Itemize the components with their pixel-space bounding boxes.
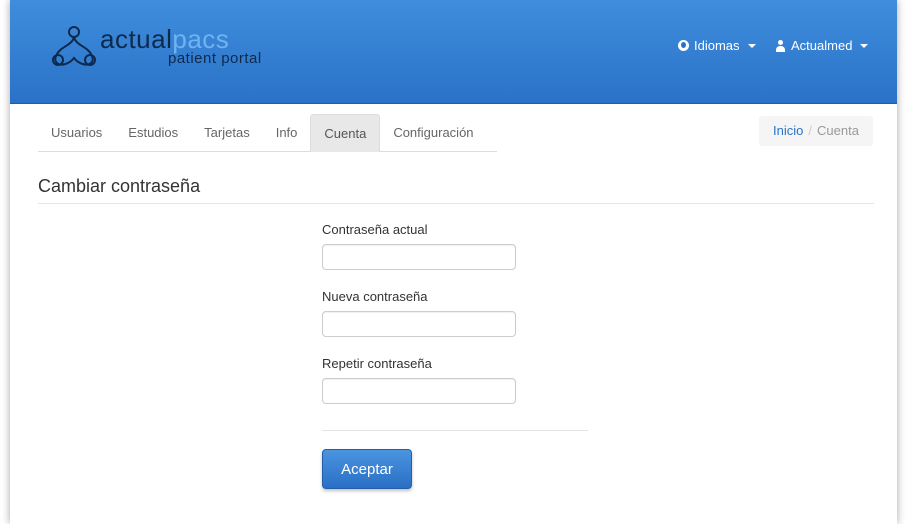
- caret-down-icon: [860, 43, 869, 48]
- logo-mark-icon: [52, 26, 96, 66]
- caret-down-icon: [747, 43, 756, 48]
- current-password-input[interactable]: [322, 244, 516, 270]
- breadcrumb-home-link[interactable]: Inicio: [773, 123, 803, 138]
- tab-cuenta[interactable]: Cuenta: [310, 114, 381, 152]
- new-password-input[interactable]: [322, 311, 516, 337]
- breadcrumb-separator: /: [808, 123, 813, 138]
- repeat-password-input[interactable]: [322, 378, 516, 404]
- user-icon: [775, 39, 786, 52]
- user-label: Actualmed: [791, 38, 853, 53]
- breadcrumb: Inicio / Cuenta: [759, 116, 873, 146]
- tab-usuarios[interactable]: Usuarios: [38, 114, 115, 151]
- title-divider: [38, 203, 874, 204]
- top-navbar: actualpacs patient portal Idiomas Actual…: [10, 0, 897, 104]
- main-tabs: Usuarios Estudios Tarjetas Info Cuenta C…: [38, 114, 497, 152]
- tab-info[interactable]: Info: [263, 114, 311, 151]
- change-password-form: Contraseña actual Nueva contraseña Repet…: [322, 222, 590, 423]
- app-window: actualpacs patient portal Idiomas Actual…: [10, 0, 897, 524]
- globe-icon: [678, 40, 689, 51]
- languages-label: Idiomas: [694, 38, 740, 53]
- logo-tagline: patient portal: [168, 50, 262, 67]
- languages-menu[interactable]: Idiomas: [678, 38, 756, 53]
- tab-estudios[interactable]: Estudios: [115, 114, 191, 151]
- accept-button[interactable]: Aceptar: [322, 449, 412, 489]
- tab-configuracion[interactable]: Configuración: [380, 114, 486, 151]
- current-password-group: Contraseña actual: [322, 222, 590, 289]
- new-password-label: Nueva contraseña: [322, 289, 428, 304]
- form-divider: [322, 430, 588, 431]
- user-menu[interactable]: Actualmed: [775, 38, 869, 53]
- repeat-password-label: Repetir contraseña: [322, 356, 432, 371]
- actualpacs-logo[interactable]: actualpacs patient portal: [50, 24, 280, 86]
- repeat-password-group: Repetir contraseña: [322, 356, 590, 423]
- current-password-label: Contraseña actual: [322, 222, 428, 237]
- breadcrumb-current: Cuenta: [817, 123, 859, 138]
- page-title: Cambiar contraseña: [38, 176, 201, 196]
- new-password-group: Nueva contraseña: [322, 289, 590, 356]
- tab-tarjetas[interactable]: Tarjetas: [191, 114, 263, 151]
